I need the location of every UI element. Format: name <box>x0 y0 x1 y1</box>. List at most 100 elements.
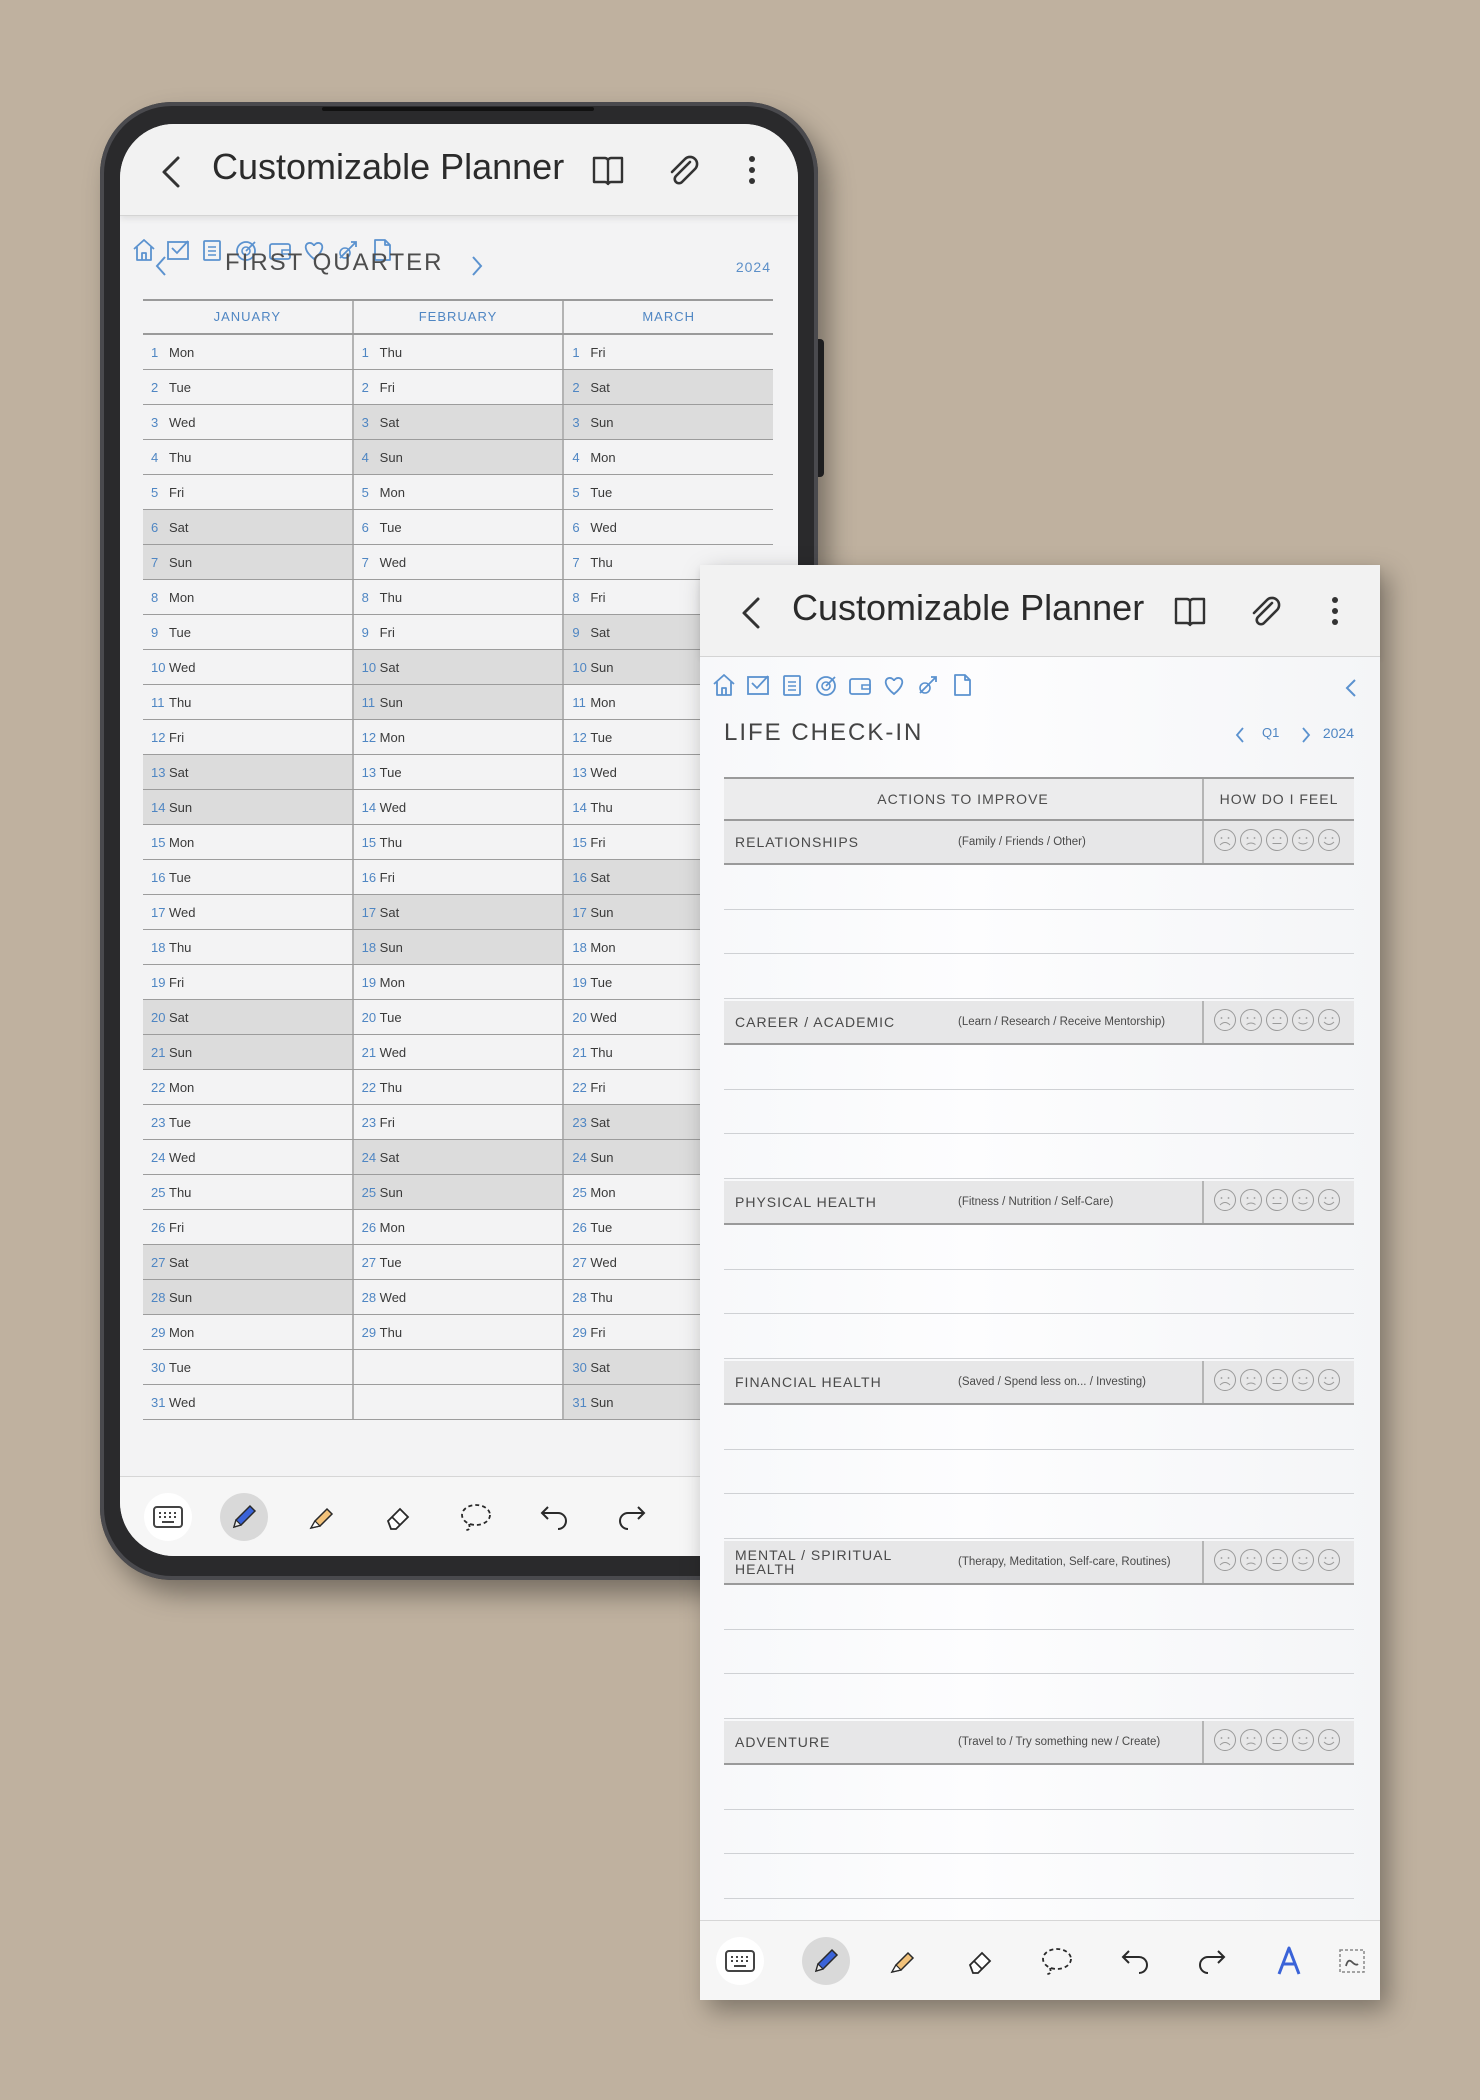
very-happy-face-icon[interactable] <box>1317 1188 1341 1217</box>
page-icon[interactable] <box>948 671 976 699</box>
day-cell[interactable]: 23 Tue <box>143 1105 352 1139</box>
day-cell[interactable]: 24 Sat <box>351 1140 563 1174</box>
day-cell[interactable]: 7 Wed <box>351 545 563 579</box>
next-quarter-icon[interactable] <box>469 253 485 279</box>
writing-line[interactable] <box>724 1854 1354 1899</box>
writing-line[interactable] <box>724 1225 1354 1270</box>
day-cell[interactable]: 16 Tue <box>143 860 352 894</box>
day-cell[interactable]: 19 Mon <box>351 965 563 999</box>
month-march[interactable]: MARCH <box>562 301 773 333</box>
very-happy-face-icon[interactable] <box>1317 1368 1341 1397</box>
day-cell[interactable]: 8 Thu <box>351 580 563 614</box>
very-happy-face-icon[interactable] <box>1317 1008 1341 1037</box>
day-cell[interactable]: 27 Sat <box>143 1245 352 1279</box>
more-options-icon[interactable] <box>732 150 772 190</box>
day-cell[interactable]: 20 Sat <box>143 1000 352 1034</box>
writing-line[interactable] <box>724 1045 1354 1090</box>
sad-face-icon[interactable] <box>1239 1548 1263 1577</box>
day-cell[interactable]: 25 Thu <box>143 1175 352 1209</box>
day-cell[interactable]: 4 Thu <box>143 440 352 474</box>
writing-line[interactable] <box>724 910 1354 954</box>
pen-icon[interactable] <box>220 1493 268 1541</box>
day-cell[interactable]: 21 Wed <box>351 1035 563 1069</box>
day-cell[interactable]: 15 Mon <box>143 825 352 859</box>
day-cell[interactable]: 20 Tue <box>351 1000 563 1034</box>
neutral-face-icon[interactable] <box>1265 1548 1289 1577</box>
heart-icon[interactable] <box>880 671 908 699</box>
day-cell[interactable]: 10 Sat <box>351 650 563 684</box>
sad-face-icon[interactable] <box>1239 1368 1263 1397</box>
writing-line[interactable] <box>724 1134 1354 1179</box>
eraser-icon[interactable] <box>956 1937 1004 1985</box>
day-cell[interactable]: 18 Thu <box>143 930 352 964</box>
sad-face-icon[interactable] <box>1239 1008 1263 1037</box>
day-cell[interactable]: 3 Sat <box>351 405 563 439</box>
day-cell[interactable]: 12 Fri <box>143 720 352 754</box>
very-happy-face-icon[interactable] <box>1317 1548 1341 1577</box>
day-cell[interactable]: 2 Sat <box>562 370 774 404</box>
prev-quarter-icon[interactable] <box>153 253 169 279</box>
happy-face-icon[interactable] <box>1291 828 1315 857</box>
writing-line[interactable] <box>724 1494 1354 1539</box>
writing-line[interactable] <box>724 1765 1354 1810</box>
day-cell[interactable]: 19 Fri <box>143 965 352 999</box>
day-cell[interactable]: 29 Mon <box>143 1315 352 1349</box>
day-cell[interactable]: 11 Thu <box>143 685 352 719</box>
redo-icon[interactable] <box>608 1493 656 1541</box>
back-arrow-icon[interactable] <box>154 152 188 192</box>
very-sad-face-icon[interactable] <box>1213 1548 1237 1577</box>
day-cell[interactable]: 4 Mon <box>562 440 773 474</box>
day-cell[interactable]: 24 Wed <box>143 1140 352 1174</box>
day-cell[interactable]: 14 Sun <box>143 790 352 824</box>
more-options-icon[interactable] <box>1315 591 1355 631</box>
redo-icon[interactable] <box>1188 1937 1236 1985</box>
prev-quarter-icon[interactable] <box>1234 725 1246 745</box>
clipboard-icon[interactable] <box>778 671 806 699</box>
day-cell[interactable]: 18 Sun <box>351 930 563 964</box>
neutral-face-icon[interactable] <box>1265 1728 1289 1757</box>
day-cell[interactable]: 26 Mon <box>351 1210 563 1244</box>
day-cell[interactable]: 5 Fri <box>143 475 352 509</box>
day-cell[interactable]: 13 Tue <box>351 755 563 789</box>
day-cell[interactable]: 9 Tue <box>143 615 352 649</box>
writing-line[interactable] <box>724 1405 1354 1450</box>
day-cell[interactable]: 12 Mon <box>351 720 563 754</box>
sad-face-icon[interactable] <box>1239 1188 1263 1217</box>
sad-face-icon[interactable] <box>1239 1728 1263 1757</box>
day-cell[interactable]: 11 Sun <box>351 685 563 719</box>
attachment-icon[interactable] <box>662 150 702 190</box>
very-happy-face-icon[interactable] <box>1317 1728 1341 1757</box>
day-cell[interactable]: 1 Fri <box>562 335 773 369</box>
undo-icon[interactable] <box>1111 1937 1159 1985</box>
back-arrow-icon[interactable] <box>734 593 768 633</box>
book-icon[interactable] <box>1170 591 1210 631</box>
day-cell[interactable]: 9 Fri <box>351 615 563 649</box>
day-cell[interactable]: 8 Mon <box>143 580 352 614</box>
day-cell[interactable]: 1 Mon <box>143 335 352 369</box>
very-sad-face-icon[interactable] <box>1213 1188 1237 1217</box>
writing-line[interactable] <box>724 1585 1354 1630</box>
goal-icon[interactable] <box>812 671 840 699</box>
highlighter-icon[interactable] <box>298 1493 346 1541</box>
day-cell[interactable]: 5 Tue <box>562 475 773 509</box>
text-style-icon[interactable] <box>1265 1937 1313 1985</box>
eraser-icon[interactable] <box>374 1493 422 1541</box>
highlighter-icon[interactable] <box>879 1937 927 1985</box>
happy-face-icon[interactable] <box>1291 1368 1315 1397</box>
neutral-face-icon[interactable] <box>1265 1008 1289 1037</box>
day-cell[interactable]: 22 Mon <box>143 1070 352 1104</box>
book-icon[interactable] <box>588 150 628 190</box>
day-cell[interactable]: 17 Sat <box>351 895 563 929</box>
day-cell[interactable]: 15 Thu <box>351 825 563 859</box>
day-cell[interactable]: 29 Thu <box>351 1315 563 1349</box>
happy-face-icon[interactable] <box>1291 1548 1315 1577</box>
writing-line[interactable] <box>724 1674 1354 1719</box>
day-cell[interactable]: 28 Sun <box>143 1280 352 1314</box>
day-cell[interactable]: 3 Sun <box>562 405 774 439</box>
day-cell[interactable]: 6 Sat <box>143 510 352 544</box>
year-label[interactable]: 2024 <box>1323 725 1354 741</box>
day-cell[interactable]: 21 Sun <box>143 1035 352 1069</box>
day-cell[interactable]: 2 Tue <box>143 370 352 404</box>
writing-line[interactable] <box>724 1450 1354 1494</box>
neutral-face-icon[interactable] <box>1265 1188 1289 1217</box>
